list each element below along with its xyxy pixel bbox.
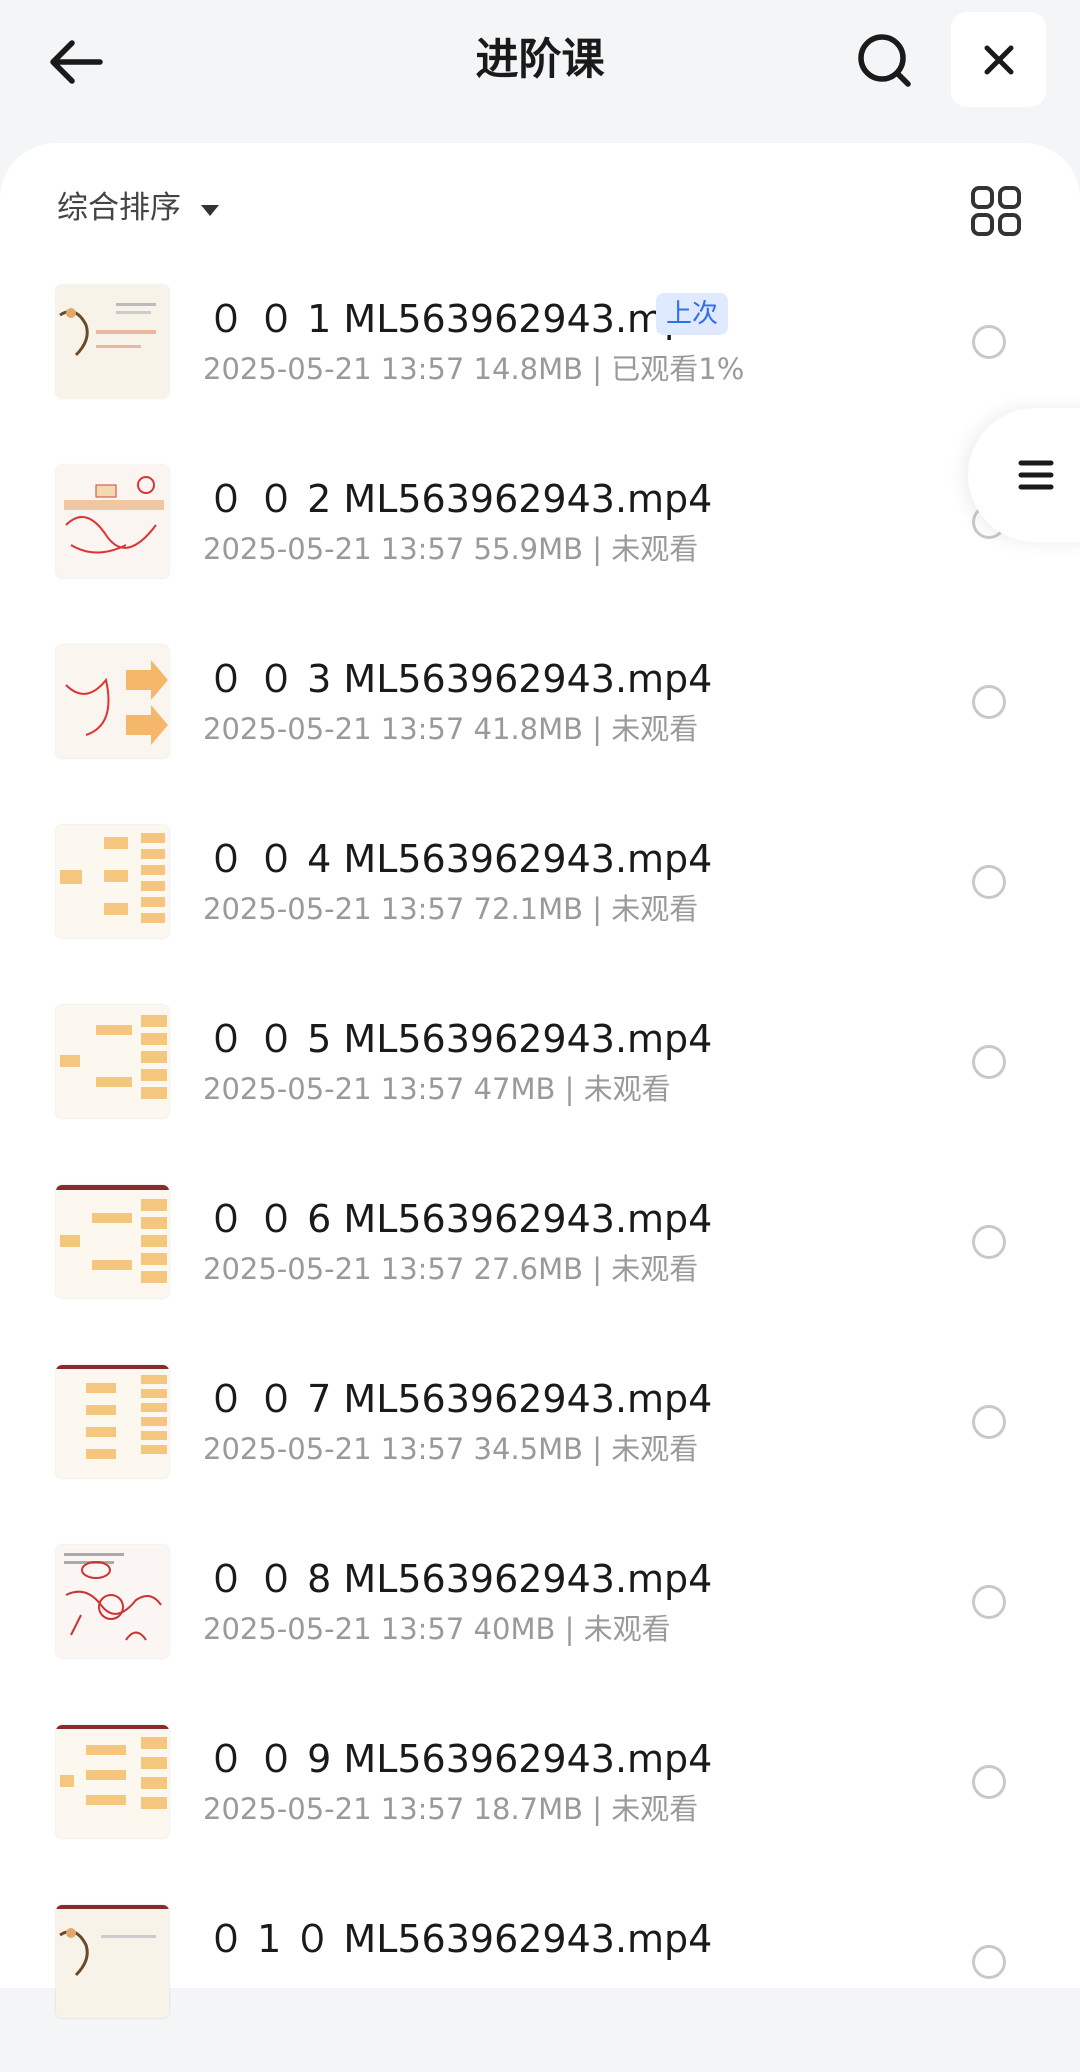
list-item[interactable]: ０ ０ 7 ML563962943.mp4 2025-05-21 13:57 3… bbox=[0, 1352, 1080, 1532]
select-radio[interactable] bbox=[972, 1225, 1006, 1259]
grid-view-button[interactable] bbox=[968, 183, 1024, 239]
app-header: 进阶课 bbox=[0, 0, 1080, 145]
file-name: ０ ０ 9 ML563962943.mp4 bbox=[207, 1737, 713, 1781]
file-meta: 2025-05-21 13:57 14.8MB | 已观看1% bbox=[203, 352, 745, 386]
grid-view-icon bbox=[971, 186, 1021, 236]
sort-toolbar: 综合排序 bbox=[0, 143, 1080, 273]
list-menu-icon bbox=[1018, 460, 1054, 490]
select-radio[interactable] bbox=[972, 1765, 1006, 1799]
file-name: ０ ０ 6 ML563962943.mp4 bbox=[207, 1197, 713, 1241]
file-meta: 2025-05-21 13:57 47MB | 未观看 bbox=[203, 1072, 671, 1106]
file-meta: 2025-05-21 13:57 27.6MB | 未观看 bbox=[203, 1252, 699, 1286]
file-meta: 2025-05-21 13:57 18.7MB | 未观看 bbox=[203, 1792, 699, 1826]
select-radio[interactable] bbox=[972, 1585, 1006, 1619]
file-name: ０ ０ 4 ML563962943.mp4 bbox=[207, 837, 713, 881]
file-meta: 2025-05-21 13:57 40MB | 未观看 bbox=[203, 1612, 671, 1646]
file-meta: 2025-05-21 13:57 34.5MB | 未观看 bbox=[203, 1432, 699, 1466]
video-thumbnail bbox=[56, 1185, 169, 1298]
list-item[interactable]: ０ ０ 6 ML563962943.mp4 2025-05-21 13:57 2… bbox=[0, 1172, 1080, 1352]
video-thumbnail bbox=[56, 1365, 169, 1478]
select-radio[interactable] bbox=[972, 1945, 1006, 1979]
sort-label: 综合排序 bbox=[57, 190, 181, 226]
list-item[interactable]: ０ 1 ０ ML563962943.mp4 bbox=[0, 1892, 1080, 2072]
file-meta: 2025-05-21 13:57 55.9MB | 未观看 bbox=[203, 532, 699, 566]
list-item[interactable]: ０ ０ 9 ML563962943.mp4 2025-05-21 13:57 1… bbox=[0, 1712, 1080, 1892]
select-radio[interactable] bbox=[972, 1045, 1006, 1079]
sort-dropdown[interactable]: 综合排序 bbox=[57, 183, 219, 233]
video-thumbnail bbox=[56, 1905, 169, 2018]
page-title: 进阶课 bbox=[475, 35, 605, 85]
file-meta: 2025-05-21 13:57 41.8MB | 未观看 bbox=[203, 712, 699, 746]
close-icon bbox=[984, 45, 1013, 74]
video-thumbnail bbox=[56, 645, 169, 758]
list-item[interactable]: ０ ０ 3 ML563962943.mp4 2025-05-21 13:57 4… bbox=[0, 632, 1080, 812]
file-name: ０ 1 ０ ML563962943.mp4 bbox=[207, 1917, 713, 1961]
search-icon bbox=[858, 34, 911, 87]
video-thumbnail bbox=[56, 1545, 169, 1658]
caret-down-icon bbox=[201, 204, 219, 216]
file-name: ０ ０ 8 ML563962943.mp4 bbox=[207, 1557, 713, 1601]
select-radio[interactable] bbox=[972, 685, 1006, 719]
list-item[interactable]: ０ ０ 2 ML563962943.mp4 2025-05-21 13:57 5… bbox=[0, 452, 1080, 632]
file-name: ０ ０ 7 ML563962943.mp4 bbox=[207, 1377, 713, 1421]
file-name: ０ ０ 1 ML563962943.mp4 bbox=[207, 297, 713, 341]
file-name: ０ ０ 5 ML563962943.mp4 bbox=[207, 1017, 713, 1061]
select-radio[interactable] bbox=[972, 1405, 1006, 1439]
video-thumbnail bbox=[56, 1005, 169, 1118]
last-watched-badge: 上次 bbox=[656, 293, 729, 335]
close-button[interactable] bbox=[951, 12, 1046, 107]
video-thumbnail bbox=[56, 1725, 169, 1838]
file-name: ０ ０ 2 ML563962943.mp4 bbox=[207, 477, 713, 521]
list-item[interactable]: ０ ０ 5 ML563962943.mp4 2025-05-21 13:57 4… bbox=[0, 992, 1080, 1172]
list-item[interactable]: ０ ０ 4 ML563962943.mp4 2025-05-21 13:57 7… bbox=[0, 812, 1080, 992]
video-thumbnail bbox=[56, 285, 169, 398]
select-radio[interactable] bbox=[972, 325, 1006, 359]
file-name: ０ ０ 3 ML563962943.mp4 bbox=[207, 657, 713, 701]
video-thumbnail bbox=[56, 825, 169, 938]
file-list: ０ ０ 1 ML563962943.mp4 上次 2025-05-21 13:5… bbox=[0, 272, 1080, 2072]
video-thumbnail bbox=[56, 465, 169, 578]
search-button[interactable] bbox=[850, 26, 918, 94]
list-item[interactable]: ０ ０ 1 ML563962943.mp4 上次 2025-05-21 13:5… bbox=[0, 272, 1080, 452]
select-radio[interactable] bbox=[972, 865, 1006, 899]
file-meta: 2025-05-21 13:57 72.1MB | 未观看 bbox=[203, 892, 699, 926]
list-item[interactable]: ０ ０ 8 ML563962943.mp4 2025-05-21 13:57 4… bbox=[0, 1532, 1080, 1712]
